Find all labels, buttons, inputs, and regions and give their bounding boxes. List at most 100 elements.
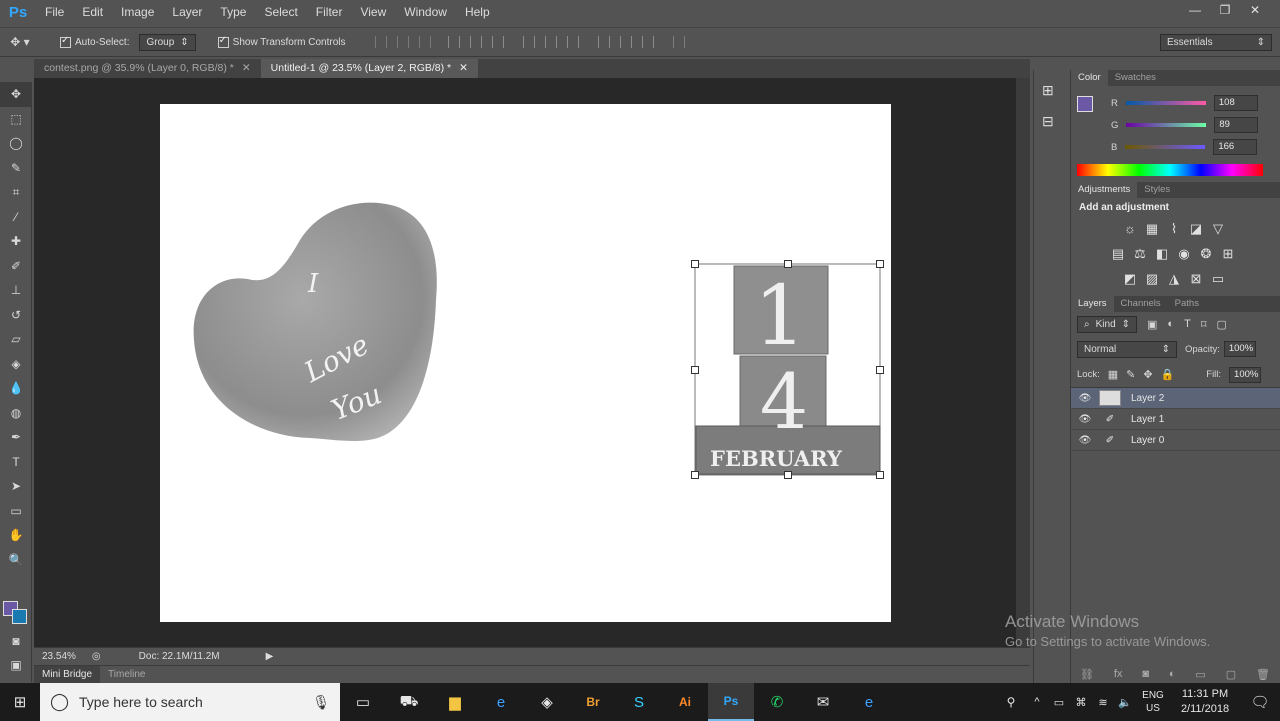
people-icon[interactable]: ⚲ [996,683,1026,721]
align-hcenter-icon[interactable] [469,36,482,48]
invert-icon[interactable]: ◩ [1119,268,1141,290]
blur-tool-icon[interactable]: 💧 [0,376,32,401]
close-icon[interactable]: ✕ [459,59,468,78]
distribute-vcenter-icon[interactable] [544,36,557,48]
share-icon[interactable]: ◎ [92,651,101,662]
add-mask-icon[interactable]: ◙ [1142,668,1149,681]
green-slider[interactable] [1126,123,1207,127]
language-indicator[interactable]: ENG US [1136,689,1170,715]
blend-mode-dropdown[interactable]: Normal ⇕ [1077,340,1177,358]
restore-button[interactable]: ❐ [1210,3,1240,17]
menu-edit[interactable]: Edit [73,0,112,25]
close-icon[interactable]: ✕ [242,59,251,78]
distribute-left-icon[interactable] [597,36,610,48]
windows-start-icon[interactable]: ⊞ [0,683,40,721]
lock-position-icon[interactable]: ✥ [1143,368,1152,381]
fill-input[interactable]: 100% [1229,366,1262,383]
clock[interactable]: 11:31 PM 2/11/2018 [1170,687,1240,717]
selective-color-icon[interactable]: ⊠ [1185,268,1207,290]
properties-panel-icon[interactable]: ⊟ [1042,113,1069,130]
microphone-icon[interactable]: 🎙 [312,694,330,711]
menu-select[interactable]: Select [255,0,306,25]
tab-channels[interactable]: Channels [1114,296,1168,312]
background-color-swatch[interactable] [12,609,27,624]
fx-icon[interactable]: fx [1114,668,1123,681]
menu-help[interactable]: Help [456,0,499,25]
align-vcenter-icon[interactable] [396,36,409,48]
lock-image-icon[interactable]: ✎ [1126,368,1135,381]
quick-mask-icon[interactable]: ◙ [0,631,32,651]
distribute-hcenter-icon[interactable] [619,36,632,48]
menu-window[interactable]: Window [395,0,456,25]
eye-icon[interactable]: 👁 [1071,414,1099,425]
marquee-tool-icon[interactable]: ⬚ [0,107,32,132]
task-view-icon[interactable]: ▭ [340,683,386,721]
menu-filter[interactable]: Filter [307,0,352,25]
black-white-icon[interactable]: ◧ [1151,243,1173,265]
store-icon[interactable]: ⛟ [386,683,432,721]
color-balance-icon[interactable]: ⚖ [1129,243,1151,265]
align-left-icon[interactable] [447,36,460,48]
eyedropper-tool-icon[interactable]: ⁄ [0,205,32,230]
taskbar-search-box[interactable]: ◯ Type here to search 🎙 [40,683,340,721]
hand-tool-icon[interactable]: ✋ [0,523,32,548]
layer-row-layer-0[interactable]: 👁 ✐ Layer 0 [1071,430,1280,451]
auto-select-checkbox[interactable]: Auto-Select: [60,35,129,48]
filter-shape-icon[interactable]: ⌑ [1201,318,1207,331]
tab-layers[interactable]: Layers [1071,296,1114,312]
edge-icon[interactable]: e [478,683,524,721]
lock-all-icon[interactable]: 🔒 [1161,368,1175,381]
gradient-map-icon[interactable]: ▭ [1207,268,1229,290]
levels-icon[interactable]: ▦ [1141,218,1163,240]
menu-type[interactable]: Type [211,0,255,25]
tab-timeline[interactable]: Timeline [100,669,153,680]
notifications-icon[interactable]: 🗨 [1240,683,1280,721]
opacity-input[interactable]: 100% [1223,341,1256,357]
transform-handle-b[interactable] [784,471,792,479]
move-tool-icon[interactable]: ✥ [0,82,32,107]
path-selection-tool-icon[interactable]: ➤ [0,474,32,499]
channel-mixer-icon[interactable]: ❂ [1195,243,1217,265]
tab-untitled-1[interactable]: Untitled-1 @ 23.5% (Layer 2, RGB/8) * ✕ [260,59,478,78]
filter-smart-object-icon[interactable]: ▢ [1216,318,1226,331]
vertical-scrollbar[interactable] [1016,78,1030,647]
layer-row-layer-2[interactable]: 👁 Layer 2 [1071,388,1280,409]
clone-stamp-tool-icon[interactable]: ⊥ [0,278,32,303]
dodge-tool-icon[interactable]: ◍ [0,401,32,426]
distribute-top-icon[interactable] [522,36,535,48]
layer-filter-kind-dropdown[interactable]: ⌕ Kind ⇕ [1077,315,1138,333]
eye-icon[interactable]: 👁 [1071,393,1099,404]
close-button[interactable]: ✕ [1240,3,1270,17]
edge-icon-2[interactable]: e [846,683,892,721]
app-icon[interactable]: ◈ [524,683,570,721]
crop-tool-icon[interactable]: ⌗ [0,180,32,205]
paint-bucket-tool-icon[interactable]: ◈ [0,352,32,377]
transform-handle-l[interactable] [691,366,699,374]
tab-contest[interactable]: contest.png @ 35.9% (Layer 0, RGB/8) * ✕ [34,59,261,78]
history-brush-tool-icon[interactable]: ↺ [0,303,32,328]
transform-handle-tr[interactable] [876,260,884,268]
color-lookup-icon[interactable]: ⊞ [1217,243,1239,265]
move-tool-preset-icon[interactable]: ✥ ▾ [0,35,40,49]
menu-view[interactable]: View [351,0,395,25]
blue-value-input[interactable]: 166 [1213,139,1258,155]
hue-saturation-icon[interactable]: ▤ [1107,243,1129,265]
photo-filter-icon[interactable]: ◉ [1173,243,1195,265]
volume-icon[interactable]: 🔈 [1114,683,1136,721]
illustrator-icon[interactable]: Ai [662,683,708,721]
filter-type-icon[interactable]: T [1184,318,1191,330]
zoom-level[interactable]: 23.54% [42,651,76,662]
rectangle-tool-icon[interactable]: ▭ [0,499,32,524]
transform-handle-r[interactable] [876,366,884,374]
eraser-tool-icon[interactable]: ▱ [0,327,32,352]
wifi-icon[interactable]: ≋ [1092,683,1114,721]
zoom-tool-icon[interactable]: 🔍 [0,548,32,573]
auto-align-icon[interactable] [672,36,685,48]
distribute-bottom-icon[interactable] [566,36,579,48]
blue-slider[interactable] [1125,145,1206,149]
align-top-icon[interactable] [374,36,387,48]
new-layer-icon[interactable]: ▢ [1226,668,1236,681]
whatsapp-icon[interactable]: ✆ [754,683,800,721]
eye-icon[interactable]: 👁 [1071,435,1099,446]
new-adjustment-icon[interactable]: ◐ [1169,668,1176,681]
